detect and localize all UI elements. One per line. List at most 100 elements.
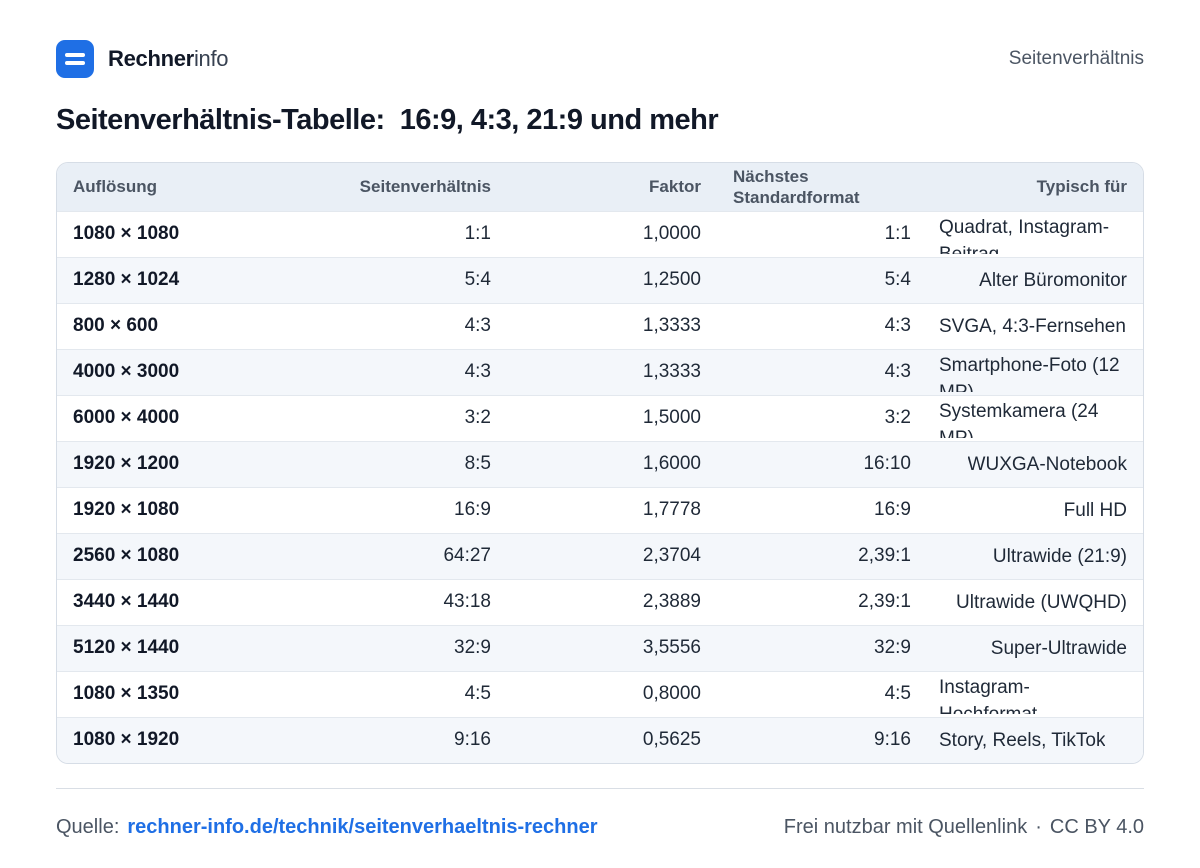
table-row: 1920 × 1080 16:9 1,7778 16:9 Full HD — [57, 487, 1143, 533]
typical-use-text: Smartphone-Foto (12 MP) — [939, 355, 1120, 392]
column-header-nearest-format: Nächstes Standardformat — [733, 166, 860, 207]
column-header-typical-use: Typisch für — [1036, 177, 1127, 197]
cell-typical-use: Instagram-Hochformat — [927, 671, 1143, 717]
typical-use-text: Ultrawide (UWQHD) — [956, 591, 1127, 613]
cell-typical-use: Alter Büromonitor — [927, 257, 1143, 303]
cell-aspect-ratio: 1:1 — [464, 223, 491, 244]
cell-factor: 1,7778 — [642, 499, 701, 520]
typical-use-text: Instagram-Hochformat — [939, 677, 1037, 714]
cell-typical-use: Super-Ultrawide — [927, 625, 1143, 671]
cell-aspect-ratio: 5:4 — [464, 269, 491, 290]
source-link[interactable]: rechner-info.de/technik/seitenverhaeltni… — [127, 816, 597, 839]
source-label: Quelle: — [56, 815, 120, 838]
header-topic: Seitenverhältnis — [1008, 48, 1144, 69]
typical-use-text: Ultrawide (21:9) — [992, 545, 1127, 567]
cell-resolution: 1080 × 1920 — [73, 729, 180, 751]
cell-typical-use: Story, Reels, TikTok — [927, 717, 1143, 763]
cell-nearest-format: 16:10 — [863, 453, 911, 474]
cell-factor: 1,3333 — [642, 361, 701, 382]
cell-nearest-format: 2,39:1 — [858, 591, 911, 612]
cell-nearest-format: 5:4 — [884, 269, 911, 290]
footer-divider — [56, 788, 1144, 789]
cell-nearest-format: 1:1 — [884, 223, 911, 244]
cell-typical-use: WUXGA-Notebook — [927, 441, 1143, 487]
cell-factor: 1,0000 — [642, 223, 701, 244]
cell-aspect-ratio: 4:3 — [464, 315, 491, 336]
cell-nearest-format: 2,39:1 — [858, 545, 911, 566]
table-row: 1080 × 1080 1:1 1,0000 1:1 Quadrat, Instagra… — [57, 211, 1143, 257]
cell-aspect-ratio: 3:2 — [464, 407, 491, 428]
cell-typical-use: Full HD — [927, 487, 1143, 533]
cell-factor: 1,2500 — [642, 269, 701, 290]
cell-aspect-ratio: 4:5 — [464, 683, 491, 704]
brand-logo[interactable]: Rechnerinfo — [56, 40, 229, 78]
cell-nearest-format: 9:16 — [874, 729, 911, 751]
table-row: 1280 × 1024 5:4 1,2500 5:4 Alter Büromonitor — [57, 257, 1143, 303]
typical-use-text: Quadrat, Instagram-Beitrag — [939, 217, 1110, 254]
typical-use-text: Super-Ultrawide — [990, 637, 1127, 659]
typical-use-text: Systemkamera (24 MP) — [939, 401, 1099, 438]
cell-typical-use: Ultrawide (21:9) — [927, 533, 1143, 579]
aspect-ratio-table: Auflösung Seitenverhältnis Faktor Nächst… — [57, 163, 1143, 763]
table-row: 1920 × 1200 8:5 1,6000 16:10 WUXGA-Notebook — [57, 441, 1143, 487]
cell-factor: 1,5000 — [642, 407, 701, 428]
cell-resolution: 5120 × 1440 — [73, 637, 180, 658]
cell-factor: 0,5625 — [642, 729, 701, 751]
license-text: Frei nutzbar mit Quellenlink — [783, 815, 1028, 838]
cell-factor: 2,3889 — [642, 591, 701, 612]
page-title: Seitenverhältnis-Tabelle: 16:9, 4:3, 21:… — [56, 104, 719, 136]
license-badge: CC BY 4.0 — [1049, 815, 1144, 838]
cell-resolution: 2560 × 1080 — [73, 545, 180, 566]
table-row: 1080 × 1920 9:16 0,5625 9:16 Story, Reels, T… — [57, 717, 1143, 763]
typical-use-text: Story, Reels, TikTok — [939, 729, 1106, 751]
cell-aspect-ratio: 8:5 — [464, 453, 491, 474]
cell-nearest-format: 4:3 — [884, 315, 911, 336]
cell-nearest-format: 4:5 — [884, 683, 911, 704]
table-row: 3440 × 1440 43:18 2,3889 2,39:1 Ultrawide (U… — [57, 579, 1143, 625]
table-row: 6000 × 4000 3:2 1,5000 3:2 Systemkamera (24 … — [57, 395, 1143, 441]
table-row: 2560 × 1080 64:27 2,3704 2,39:1 Ultrawide (2… — [57, 533, 1143, 579]
calculator-logo-icon — [56, 40, 94, 78]
table-row: 5120 × 1440 32:9 3,5556 32:9 Super-Ultrawide — [57, 625, 1143, 671]
cell-nearest-format: 16:9 — [874, 499, 911, 520]
cell-factor: 2,3704 — [642, 545, 701, 566]
cell-resolution: 1080 × 1080 — [73, 223, 180, 244]
cell-factor: 1,6000 — [642, 453, 701, 474]
typical-use-text: Alter Büromonitor — [979, 269, 1127, 291]
cell-typical-use: Systemkamera (24 MP) — [927, 395, 1143, 441]
column-header-aspect-ratio: Seitenverhältnis — [359, 177, 491, 197]
cell-aspect-ratio: 43:18 — [443, 591, 491, 612]
brand-name-bold: Rechner — [108, 46, 194, 71]
license-info: Frei nutzbar mit Quellenlink · CC BY 4.0 — [784, 816, 1144, 839]
typical-use-text: WUXGA-Notebook — [967, 453, 1127, 475]
cell-factor: 1,3333 — [642, 315, 701, 336]
cell-aspect-ratio: 64:27 — [443, 545, 491, 566]
column-header-factor: Faktor — [649, 177, 701, 197]
cell-resolution: 4000 × 3000 — [73, 361, 180, 382]
table-row: 1080 × 1350 4:5 0,8000 4:5 Instagram-Hochfor… — [57, 671, 1143, 717]
cell-aspect-ratio: 16:9 — [454, 499, 491, 520]
license-separator: · — [1035, 815, 1042, 838]
cell-resolution: 6000 × 4000 — [73, 407, 180, 428]
footer: Quelle: rechner-info.de/technik/seitenve… — [56, 812, 1144, 842]
cell-resolution: 1280 × 1024 — [73, 269, 180, 290]
cell-typical-use: Ultrawide (UWQHD) — [927, 579, 1143, 625]
typical-use-text: SVGA, 4:3-Fernsehen — [939, 315, 1126, 337]
brand-name-light: info — [193, 46, 229, 71]
cell-typical-use: SVGA, 4:3-Fernsehen — [927, 303, 1143, 349]
cell-resolution: 800 × 600 — [73, 315, 159, 336]
cell-factor: 0,8000 — [642, 683, 701, 704]
cell-nearest-format: 3:2 — [884, 407, 911, 428]
aspect-ratio-table-card: Auflösung Seitenverhältnis Faktor Nächst… — [56, 162, 1144, 764]
typical-use-text: Full HD — [1063, 499, 1127, 521]
cell-typical-use: Quadrat, Instagram-Beitrag — [927, 211, 1143, 257]
table-body: 1080 × 1080 1:1 1,0000 1:1 Quadrat, Instagra… — [57, 211, 1143, 763]
cell-resolution: 3440 × 1440 — [73, 591, 180, 612]
cell-nearest-format: 4:3 — [884, 361, 911, 382]
source-credit: Quelle: rechner-info.de/technik/seitenve… — [56, 816, 598, 839]
cell-aspect-ratio: 9:16 — [454, 729, 491, 751]
brand-name: Rechnerinfo — [108, 46, 229, 72]
cell-aspect-ratio: 4:3 — [464, 361, 491, 382]
site-header: Rechnerinfo Seitenverhältnis — [56, 40, 1144, 78]
cell-nearest-format: 32:9 — [874, 637, 911, 658]
